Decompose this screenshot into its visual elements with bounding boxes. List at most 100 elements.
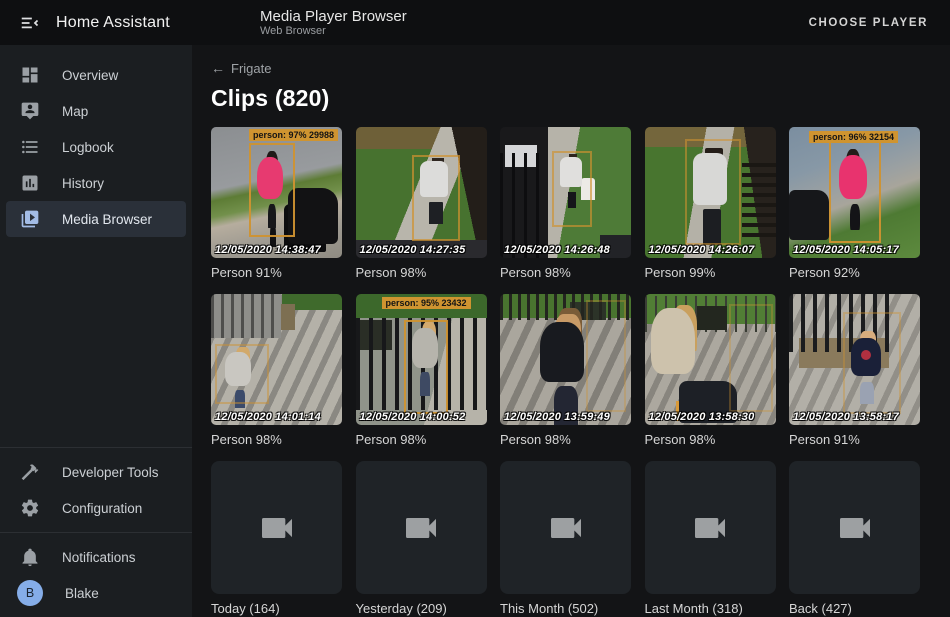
- media-grid: person: 97% 29988 12/05/2020 14:38:47 Pers…: [211, 127, 950, 617]
- clip-card[interactable]: person: 95% 23432 12/05/2020 14:00:52 Pers…: [356, 294, 487, 448]
- sidebar-item-logbook[interactable]: Logbook: [6, 129, 186, 165]
- detection-label: person: 97% 29988: [249, 129, 338, 141]
- detection-bbox: [829, 141, 881, 243]
- clip-thumbnail[interactable]: person: 95% 23432 12/05/2020 14:00:52: [356, 294, 487, 425]
- detection-bbox: [586, 300, 626, 412]
- folder-card[interactable]: Last Month (318): [645, 461, 776, 617]
- clip-timestamp: 12/05/2020 14:00:52: [360, 411, 466, 423]
- clip-timestamp: 12/05/2020 14:01:14: [215, 411, 321, 423]
- sidebar-item-label: Logbook: [62, 140, 114, 155]
- gear-icon: [20, 498, 40, 518]
- detection-bbox: [685, 139, 741, 245]
- breadcrumb-label: Frigate: [231, 61, 271, 76]
- folder-label: Back (427): [789, 601, 920, 617]
- media-player-subtitle: Web Browser: [260, 25, 407, 38]
- clip-caption: Person 91%: [211, 265, 342, 281]
- detection-label: person: 96% 32154: [809, 131, 898, 143]
- clip-timestamp: 12/05/2020 13:58:30: [649, 411, 755, 423]
- clip-card[interactable]: 12/05/2020 13:59:49 Person 98%: [500, 294, 631, 448]
- clip-timestamp: 12/05/2020 14:27:35: [360, 244, 466, 256]
- clip-thumbnail[interactable]: 12/05/2020 13:58:30: [645, 294, 776, 425]
- view-dashboard-icon: [20, 65, 40, 85]
- sidebar-item-label: Map: [62, 104, 88, 119]
- detection-label: person: 95% 23432: [382, 297, 471, 309]
- clip-thumbnail[interactable]: person: 97% 29988 12/05/2020 14:38:47: [211, 127, 342, 258]
- clip-card[interactable]: person: 97% 29988 12/05/2020 14:38:47 Pers…: [211, 127, 342, 281]
- sidebar-item-notifications[interactable]: Notifications: [6, 539, 186, 575]
- videocam-icon: [257, 508, 297, 548]
- media-player-title: Media Player Browser: [260, 8, 407, 25]
- clip-card[interactable]: 12/05/2020 14:01:14 Person 98%: [211, 294, 342, 448]
- clip-card[interactable]: person: 96% 3215412/05/2020 14:05:17Pers…: [789, 127, 920, 281]
- videocam-icon: [546, 508, 586, 548]
- detection-bbox: [404, 320, 448, 414]
- sidebar-item-label: Developer Tools: [62, 465, 159, 480]
- clip-thumbnail[interactable]: person: 96% 3215412/05/2020 14:05:17: [789, 127, 920, 258]
- sidebar-item-profile[interactable]: B Blake: [6, 575, 186, 611]
- sidebar-divider: [0, 447, 192, 448]
- clip-card[interactable]: 12/05/2020 13:58:30 Person 98%: [645, 294, 776, 448]
- videocam-icon: [835, 508, 875, 548]
- clip-thumbnail[interactable]: 12/05/2020 13:58:17: [789, 294, 920, 425]
- sidebar-item-developer-tools[interactable]: Developer Tools: [6, 454, 186, 490]
- sidebar-item-label: Overview: [62, 68, 118, 83]
- clip-card[interactable]: 12/05/2020 14:27:35 Person 98%: [356, 127, 487, 281]
- folder-label: This Month (502): [500, 601, 631, 617]
- clip-caption: Person 98%: [211, 432, 342, 448]
- sidebar: Overview Map Logbook HistoryMedia Browser D…: [0, 45, 192, 617]
- play-box-multiple-icon: [20, 209, 40, 229]
- sidebar-toggle-icon[interactable]: [18, 11, 42, 35]
- clip-thumbnail[interactable]: 12/05/2020 14:27:35: [356, 127, 487, 258]
- avatar: B: [17, 580, 43, 606]
- media-player-header: Media Player Browser Web Browser: [260, 8, 407, 38]
- sidebar-item-overview[interactable]: Overview: [6, 57, 186, 93]
- videocam-icon: [690, 508, 730, 548]
- clip-caption: Person 98%: [500, 432, 631, 448]
- sidebar-nav-main: Overview Map Logbook HistoryMedia Browser: [0, 57, 192, 237]
- folder-card[interactable]: Back (427): [789, 461, 920, 617]
- sidebar-item-map[interactable]: Map: [6, 93, 186, 129]
- top-app-bar: Home Assistant Media Player Browser Web …: [0, 0, 950, 45]
- clip-thumbnail[interactable]: 12/05/2020 14:26:07: [645, 127, 776, 258]
- breadcrumb-back[interactable]: ← Frigate: [211, 61, 271, 76]
- sidebar-header: Home Assistant: [0, 11, 192, 35]
- folder-card[interactable]: This Month (502): [500, 461, 631, 617]
- list-bulleted-icon: [20, 137, 40, 157]
- clip-card[interactable]: 12/05/2020 13:58:17Person 91%: [789, 294, 920, 448]
- choose-player-button[interactable]: CHOOSE PLAYER: [801, 11, 936, 35]
- folder-label: Today (164): [211, 601, 342, 617]
- folder-label: Yesterday (209): [356, 601, 487, 617]
- bell-icon: [20, 547, 40, 567]
- detection-bbox: [249, 143, 295, 237]
- detection-bbox: [412, 155, 460, 241]
- sidebar-divider: [0, 532, 192, 533]
- clip-caption: Person 98%: [500, 265, 631, 281]
- folder-thumbnail[interactable]: [645, 461, 776, 594]
- clip-card[interactable]: 12/05/2020 14:26:48 Person 98%: [500, 127, 631, 281]
- folder-thumbnail[interactable]: [356, 461, 487, 594]
- clip-caption: Person 98%: [356, 432, 487, 448]
- folder-card[interactable]: Yesterday (209): [356, 461, 487, 617]
- chart-box-icon: [20, 173, 40, 193]
- clip-thumbnail[interactable]: 12/05/2020 13:59:49: [500, 294, 631, 425]
- sidebar-item-media-browser[interactable]: Media Browser: [6, 201, 186, 237]
- detection-bbox: [552, 151, 592, 227]
- folder-thumbnail[interactable]: [789, 461, 920, 594]
- tooltip-account-icon: [20, 101, 40, 121]
- clip-caption: Person 98%: [356, 265, 487, 281]
- clip-timestamp: 12/05/2020 14:38:47: [215, 244, 321, 256]
- sidebar-item-configuration[interactable]: Configuration: [6, 490, 186, 526]
- clip-thumbnail[interactable]: 12/05/2020 14:01:14: [211, 294, 342, 425]
- clip-caption: Person 98%: [645, 432, 776, 448]
- sidebar-item-label: Notifications: [62, 550, 136, 565]
- sidebar-item-label: Blake: [65, 586, 99, 601]
- clip-thumbnail[interactable]: 12/05/2020 14:26:48: [500, 127, 631, 258]
- clip-card[interactable]: 12/05/2020 14:26:07Person 99%: [645, 127, 776, 281]
- app-title: Home Assistant: [56, 14, 170, 32]
- folder-thumbnail[interactable]: [211, 461, 342, 594]
- sidebar-item-history[interactable]: History: [6, 165, 186, 201]
- folder-thumbnail[interactable]: [500, 461, 631, 594]
- videocam-icon: [401, 508, 441, 548]
- folder-card[interactable]: Today (164): [211, 461, 342, 617]
- sidebar-item-label: Configuration: [62, 501, 142, 516]
